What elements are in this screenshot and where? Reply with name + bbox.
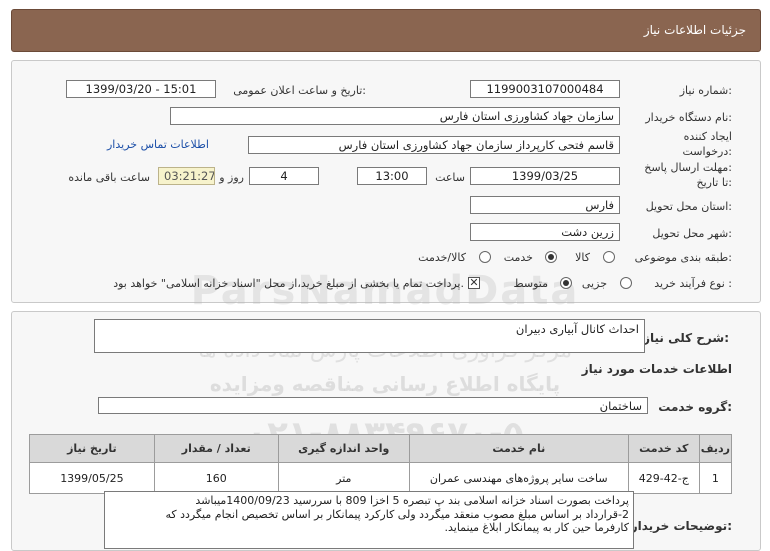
cell-service-name: ساخت سایر پروژه‌های مهندسی عمران (408, 462, 629, 494)
table-row: 1 ج-42-429 ساخت سایر پروژه‌های مهندسی عم… (29, 462, 733, 494)
request-label: درخواست: (682, 145, 733, 158)
category-both-radio[interactable] (479, 251, 491, 263)
deadline-date-field: 1399/03/25 (470, 167, 620, 185)
province-field: فارس (470, 196, 620, 214)
process-minor-radio[interactable] (620, 277, 632, 289)
table-header-row: ردیف کد خدمت نام خدمت واحد اندازه گیری ت… (29, 434, 733, 463)
process-minor-label: جزیی (581, 277, 607, 290)
category-goods-label: کالا (575, 251, 590, 264)
page-header: جزئیات اطلاعات نیاز (11, 9, 761, 52)
need-number-field: 1199003107000484 (470, 80, 620, 98)
notes-line-3: کارفرما حین کار به پیمانکار ابلاغ مینمای… (444, 521, 629, 534)
description-field: احداث کانال آبیاری دبیران (94, 319, 645, 353)
days-remaining-field: 4 (249, 167, 319, 185)
province-label: استان محل تحویل: (645, 200, 732, 213)
service-group-field: ساختمان (98, 397, 648, 414)
city-label: شهر محل تحویل: (652, 227, 732, 240)
category-both-label: کالا/خدمت (418, 251, 466, 264)
category-service-label: خدمت (503, 251, 533, 264)
deadline-label: مهلت ارسال پاسخ: (644, 161, 732, 174)
deadline-time-field: 13:00 (357, 167, 427, 185)
col-header-name: نام خدمت (408, 434, 629, 463)
announce-date-field: 1399/03/20 - 15:01 (66, 80, 216, 98)
until-date-label: تا تاریخ: (696, 176, 732, 189)
services-section-title: اطلاعات خدمات مورد نیاز (581, 362, 732, 376)
need-number-label: شماره نیاز: (679, 84, 732, 97)
category-service-radio[interactable] (545, 251, 557, 263)
payment-treasury-label: پرداخت تمام یا بخشی از مبلغ خرید،از محل … (113, 277, 464, 290)
process-label: نوع فرآیند خرید : (654, 277, 732, 290)
process-medium-radio[interactable] (560, 277, 572, 289)
city-field: زرین دشت (470, 223, 620, 241)
days-label: روز و (219, 171, 244, 184)
notes-line-2: 2-قرارداد بر اساس مبلغ مصوب منعقد میگردد… (165, 507, 629, 521)
services-table: ردیف کد خدمت نام خدمت واحد اندازه گیری ت… (29, 434, 733, 494)
buyer-notes-label: توضیحات خریدار: (630, 519, 732, 533)
creator-field: قاسم فتحی کارپرداز سازمان جهاد کشاورزی ا… (248, 136, 620, 154)
col-header-unit: واحد اندازه گیری (277, 434, 410, 463)
col-header-date: تاریخ نیاز (29, 434, 155, 463)
payment-treasury-checkbox[interactable]: ✕ (468, 277, 480, 289)
buyer-label: نام دستگاه خریدار: (645, 111, 732, 124)
cell-need-date: 1399/05/25 (29, 462, 155, 494)
announce-date-label: تاریخ و ساعت اعلان عمومی: (233, 84, 366, 97)
buyer-notes-field: پرداخت بصورت اسناد خزانه اسلامی بند پ تب… (104, 491, 634, 549)
cell-quantity: 160 (153, 462, 279, 494)
creator-label: ایجاد کننده (683, 130, 732, 143)
col-header-row: ردیف (698, 434, 733, 463)
cell-row-number: 1 (698, 462, 733, 494)
buyer-contact-link[interactable]: اطلاعات تماس خریدار (107, 138, 209, 151)
cell-unit: متر (277, 462, 410, 494)
watermark-brand: ParsNamadData (190, 268, 580, 314)
buyer-field: سازمان جهاد کشاورزی استان فارس (170, 107, 620, 125)
service-group-label: گروه خدمت: (658, 400, 732, 414)
time-remaining-label: ساعت باقی مانده (68, 171, 150, 184)
category-goods-radio[interactable] (603, 251, 615, 263)
notes-line-1: پرداخت بصورت اسناد خزانه اسلامی بند پ تب… (195, 494, 629, 507)
description-label: شرح کلی نیاز: (643, 331, 729, 345)
category-label: طبقه بندی موضوعی: (634, 251, 732, 264)
process-medium-label: متوسط (513, 277, 548, 290)
deadline-time-label: ساعت (435, 171, 465, 184)
col-header-quantity: تعداد / مقدار (153, 434, 279, 463)
time-remaining-field: 03:21:27 (158, 167, 215, 185)
cell-service-code: ج-42-429 (627, 462, 700, 494)
col-header-code: کد خدمت (627, 434, 700, 463)
page-title: جزئیات اطلاعات نیاز (643, 23, 746, 37)
